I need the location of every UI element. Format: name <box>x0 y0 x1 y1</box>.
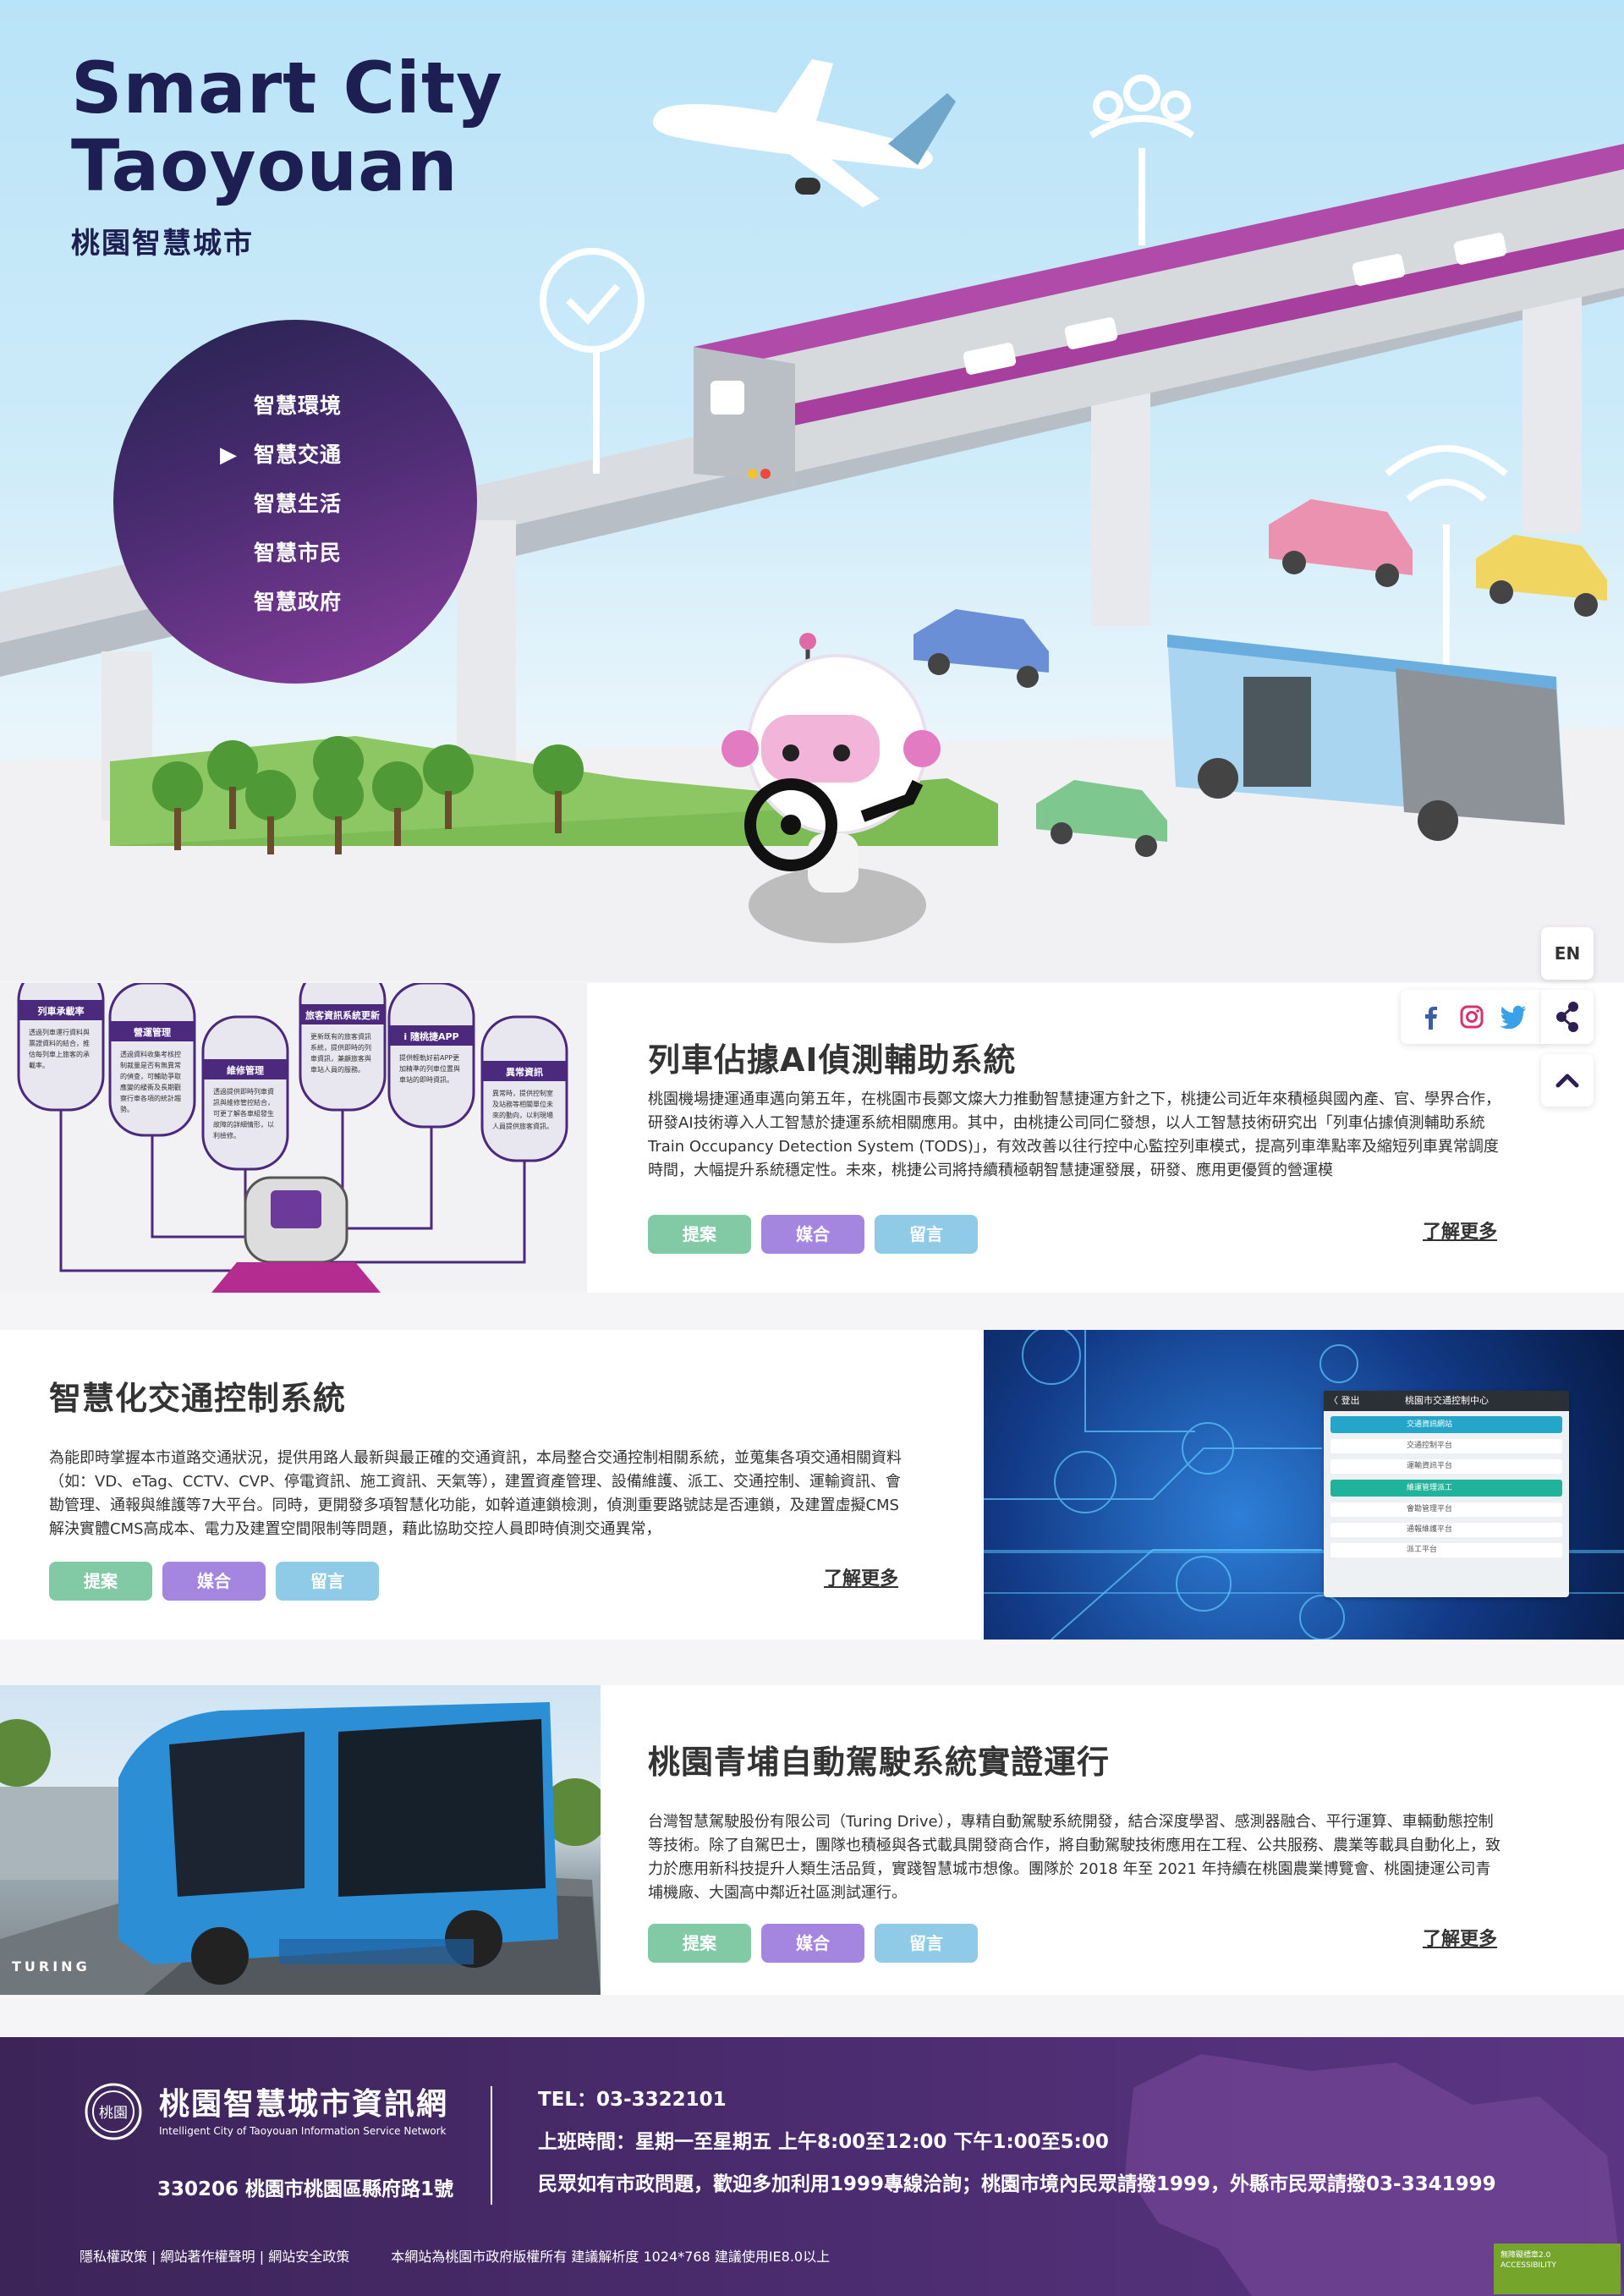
project-actions: 提案 媒合 留言 <box>49 1562 379 1601</box>
play-arrow-icon: ▶ <box>220 442 238 468</box>
project-description: 為能即時掌握本市道路交通狀況，提供用路人最新與最正確的交通資訊，本局整合交通控制… <box>49 1449 902 1538</box>
tods-box-text: 提供輕軌好前APP更加精準的列車位置與車站的即時資訊。 <box>399 1054 460 1084</box>
footer-tel: TEL：03-3322101 <box>538 2089 727 2111</box>
menu-item-smart-environment[interactable]: 智慧環境 <box>254 387 342 437</box>
project-description: 桃園機場捷運通車邁向第五年，在桃園市長鄭文燦大力推動智慧捷運方針之下，桃捷公司近… <box>648 1090 1501 1179</box>
emblem-text: 桃園 <box>99 2105 128 2122</box>
menu-item-smart-transport[interactable]: ▶ 智慧交通 <box>220 437 343 486</box>
comment-button[interactable]: 留言 <box>875 1215 978 1254</box>
footer-site-name-en: Intelligent City of Taoyouan Information… <box>159 2125 447 2137</box>
tods-box-text: 透過資料收集考核控制裁量是否有無異常的偵查，可輔助爭取應變的緩衝及長期觀察行車各… <box>120 1051 181 1113</box>
social-links <box>1401 990 1544 1044</box>
menu-item-label: 智慧政府 <box>254 590 343 614</box>
chevron-up-icon <box>1555 1074 1579 1088</box>
hero-banner: Smart City Taoyouan 桃園智慧城市 智慧環境 ▶ 智慧交通 智慧… <box>0 0 1624 981</box>
learn-more-link[interactable]: 了解更多 <box>1423 1217 1497 1244</box>
instagram-icon[interactable] <box>1459 1004 1484 1030</box>
match-button[interactable]: 媒合 <box>761 1924 864 1963</box>
back-to-top-button[interactable] <box>1541 1054 1594 1107</box>
footer-bottom-bar: 隱私權政策 | 網站著作權聲明 | 網站安全政策 本網站為桃園市政府版權所有 建… <box>80 2245 830 2266</box>
privacy-policy-link[interactable]: 隱私權政策 <box>80 2249 147 2265</box>
panel-title: 桃園市交通控制中心 <box>1405 1395 1489 1406</box>
site-brand: Smart City Taoyouan 桃園智慧城市 <box>71 49 503 261</box>
menu-item-label: 智慧市民 <box>254 541 343 565</box>
menu-item-smart-government[interactable]: 智慧政府 <box>254 584 342 633</box>
project-description: 台灣智慧駕駛股份有限公司（Turing Drive），專精自動駕駛系統開發，結合… <box>648 1813 1501 1902</box>
accessibility-badge-line2: ACCESSIBILITY <box>1501 2261 1556 2270</box>
project-title: 桃園青埔自動駕駛系統實證運行 <box>648 1744 1111 1781</box>
tods-box-text: 更新既有的旅客資訊系統，提供即時的列車資訊，兼顧旅客與車站人員的服務。 <box>310 1033 371 1074</box>
footer-separator: | <box>259 2249 269 2265</box>
comment-button[interactable]: 留言 <box>875 1924 978 1963</box>
accessibility-badge-line1: 無障礙標章2.0 <box>1501 2251 1551 2260</box>
footer-site-name: 桃園智慧城市資訊網 <box>159 2087 449 2122</box>
tods-box-text: 透過提供即時列車資訊與維修管控結合，可更了解各車組發生故障的詳細情形，以利檢修。 <box>213 1088 274 1140</box>
menu-item-smart-citizen[interactable]: 智慧市民 <box>254 535 342 584</box>
turing-logo: TURING <box>12 1958 91 1975</box>
accessibility-badge[interactable]: 無障礙標章2.0 ACCESSIBILITY <box>1494 2244 1621 2294</box>
tods-box-text: 異常時，提供控制室及站務等相關單位未來的動向，以利現場人員提供旅客資訊。 <box>492 1090 553 1130</box>
menu-item-label: 智慧交通 <box>254 442 343 467</box>
panel-menu-item: 通報維護平台 <box>1330 1523 1562 1537</box>
propose-button[interactable]: 提案 <box>648 1215 751 1254</box>
security-policy-link[interactable]: 網站安全政策 <box>268 2249 349 2265</box>
footer-address: 330206 桃園市桃園區縣府路1號 <box>157 2178 454 2200</box>
panel-menu: 交通資訊網站 交通控制平台 運輸資訊平台 維運管理派工 會勘管理平台 通報維護平… <box>1324 1411 1569 1563</box>
control-center-panel: 〈 登出 桃園市交通控制中心 交通資訊網站 交通控制平台 運輸資訊平台 維運管理… <box>1324 1391 1569 1597</box>
brand-title-line2: Taoyouan <box>71 124 458 207</box>
panel-menu-item: 交通控制平台 <box>1330 1439 1562 1453</box>
copyright-statement-link[interactable]: 網站著作權聲明 <box>161 2249 255 2265</box>
brand-subtitle: 桃園智慧城市 <box>71 227 254 261</box>
language-en-button[interactable]: EN <box>1541 927 1594 980</box>
tods-box-text: 透過列車運行資料與票證資料的結合，推估每列車上旅客的承載率。 <box>29 1029 90 1069</box>
footer-copyright: 本網站為桃園市政府版權所有 建議解析度 1024*768 建議使用IE8.0以上 <box>391 2249 831 2265</box>
project-card-traffic-control: 智慧化交通控制系統 為能即時掌握本市道路交通狀況，提供用路人最新與最正確的交通資… <box>0 1330 1624 1640</box>
panel-menu-item: 運輸資訊平台 <box>1330 1459 1562 1474</box>
panel-back-button: 〈 登出 <box>1329 1395 1360 1406</box>
project-actions: 提案 媒合 留言 <box>648 1215 978 1254</box>
menu-item-label: 智慧環境 <box>254 393 343 418</box>
footer-hotline: 民眾如有市政問題，歡迎多加利用1999專線洽詢；桃園市境內民眾請撥1999，外縣… <box>538 2173 1496 2195</box>
menu-item-smart-living[interactable]: 智慧生活 <box>254 486 342 535</box>
comment-button[interactable]: 留言 <box>276 1562 379 1601</box>
autonomous-bus-photo: TURING <box>0 1685 601 1995</box>
city-emblem-icon: 桃園 <box>85 2083 142 2140</box>
share-icon <box>1556 1002 1578 1032</box>
menu-item-label: 智慧生活 <box>254 492 343 516</box>
footer-hours: 上班時間：星期一至星期五 上午8:00至12:00 下午1:00至5:00 <box>538 2131 1109 2153</box>
facebook-icon[interactable] <box>1418 1004 1444 1030</box>
project-title: 智慧化交通控制系統 <box>49 1380 347 1417</box>
brand-title-line1: Smart City <box>71 47 503 129</box>
twitter-icon[interactable] <box>1500 1005 1527 1029</box>
category-menu: 智慧環境 ▶ 智慧交通 智慧生活 智慧市民 智慧政府 <box>220 387 343 633</box>
site-footer: 桃園 桃園智慧城市資訊網 Intelligent City of Taoyoua… <box>0 2037 1624 2296</box>
tods-diagram-image: 列車承載率 營運管理 維修管理 旅客資訊系統更新 i 隨桃捷APP 異常資訊 透… <box>0 983 587 1293</box>
panel-menu-item: 交通資訊網站 <box>1330 1416 1562 1433</box>
project-card-autonomous-bus: TURING 桃園青埔自動駕駛系統實證運行 台灣智慧駕駛股份有限公司（Turin… <box>0 1685 1624 1995</box>
bus-illustration <box>0 1702 601 1995</box>
propose-button[interactable]: 提案 <box>648 1924 751 1963</box>
tods-box-texts: 透過列車運行資料與票證資料的結合，推估每列車上旅客的承載率。 透過資料收集考核控… <box>0 983 587 1293</box>
share-button[interactable] <box>1541 990 1594 1044</box>
panel-header: 〈 登出 桃園市交通控制中心 <box>1324 1391 1569 1411</box>
project-title: 列車佔據AI偵測輔助系統 <box>648 1041 1017 1079</box>
footer-divider <box>491 2086 492 2205</box>
learn-more-link[interactable]: 了解更多 <box>824 1563 898 1590</box>
project-actions: 提案 媒合 留言 <box>648 1924 978 1963</box>
panel-menu-item: 維運管理派工 <box>1330 1480 1562 1497</box>
propose-button[interactable]: 提案 <box>49 1562 152 1601</box>
footer-separator: | <box>151 2249 161 2265</box>
panel-menu-item: 派工平台 <box>1330 1543 1562 1557</box>
panel-menu-item: 會勘管理平台 <box>1330 1502 1562 1517</box>
match-button[interactable]: 媒合 <box>162 1562 266 1601</box>
learn-more-link[interactable]: 了解更多 <box>1423 1924 1497 1951</box>
match-button[interactable]: 媒合 <box>761 1215 864 1254</box>
project-card-tods: 列車承載率 營運管理 維修管理 旅客資訊系統更新 i 隨桃捷APP 異常資訊 透… <box>0 983 1624 1293</box>
traffic-control-image: 〈 登出 桃園市交通控制中心 交通資訊網站 交通控制平台 運輸資訊平台 維運管理… <box>984 1330 1624 1640</box>
